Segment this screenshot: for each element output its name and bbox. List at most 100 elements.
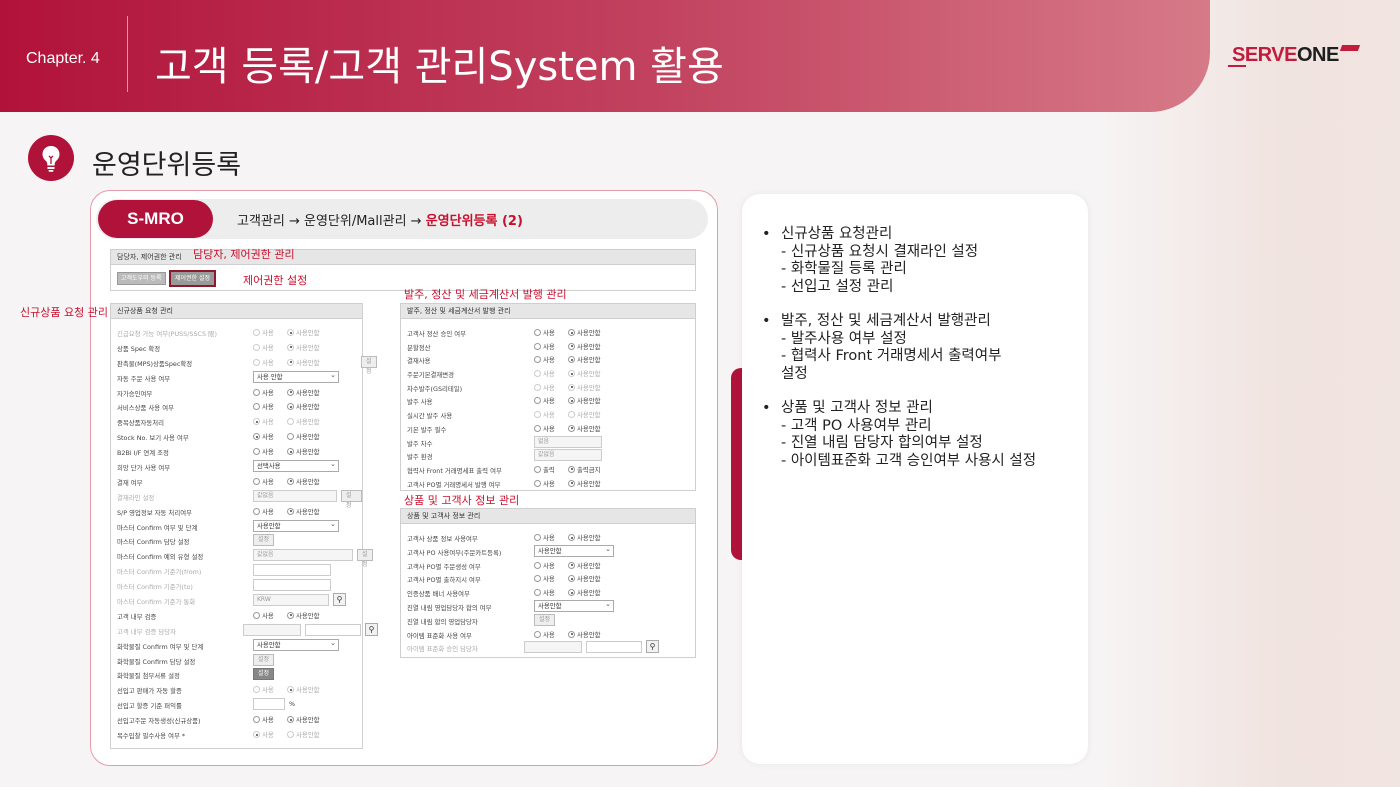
radio-option[interactable]: 사용안함 — [568, 410, 601, 419]
radio-option[interactable]: 사용 — [253, 611, 274, 620]
radio-option[interactable]: 사용안함 — [568, 328, 601, 337]
radio-option[interactable]: 사용 — [253, 328, 274, 337]
setting-label: 희망 단가 사용 여부 — [117, 464, 171, 473]
radio-option[interactable]: 사용안함 — [287, 328, 320, 337]
radio-option[interactable]: 사용 — [534, 533, 555, 542]
radio-option[interactable]: 사용안함 — [568, 533, 601, 542]
radio-option[interactable]: 사용안함 — [568, 588, 601, 597]
radio-option[interactable]: 사용 — [253, 685, 274, 694]
radio-option[interactable]: 사용 — [534, 383, 555, 392]
radio-option[interactable]: 사용 — [534, 479, 555, 488]
radio-option[interactable]: 사용 — [253, 715, 274, 724]
radio-option[interactable]: 사용 — [534, 561, 555, 570]
tab-control-setting[interactable]: 제어권한 설정 — [168, 270, 217, 287]
setting-button[interactable]: 설정 — [534, 613, 556, 626]
radio-option[interactable]: 사용안함 — [568, 369, 601, 378]
radio-option[interactable]: 사용 — [534, 630, 555, 639]
setting-label: 발주 사용 — [407, 398, 433, 407]
radio-option[interactable]: 사용안함 — [568, 630, 601, 639]
radio-option[interactable]: 사용 — [253, 402, 274, 411]
radio-option[interactable]: 사용안함 — [287, 685, 320, 694]
setting-row: 인증상품 배너 사용여부 사용 사용안함 — [401, 585, 695, 599]
radio-option[interactable]: 사용안함 — [287, 432, 320, 441]
radio-option[interactable]: 사용안함 — [568, 342, 601, 351]
product-info-panel: 상품 및 고객사 정보 관리 고객사 상품 정보 사용여부 사용 사용안함 고객사 P… — [400, 508, 696, 658]
radio-option[interactable]: 사용안함 — [568, 479, 601, 488]
radio-option[interactable]: 출력금지 — [568, 465, 601, 474]
radio-option[interactable]: 사용 — [534, 574, 555, 583]
radio-option[interactable]: 사용안함 — [287, 388, 320, 397]
setting-button[interactable]: 설정 — [361, 355, 377, 375]
setting-input[interactable]: 값없음 — [253, 489, 337, 502]
setting-select[interactable]: 사용안함 — [253, 519, 339, 532]
radio-option[interactable]: 사용안함 — [568, 424, 601, 433]
setting-input[interactable]: 없음 — [534, 435, 602, 448]
setting-select[interactable]: 사용안함 — [534, 599, 614, 612]
setting-button[interactable]: 설정 — [253, 534, 275, 547]
setting-input[interactable] — [253, 698, 285, 711]
radio-option[interactable]: 사용안함 — [287, 715, 320, 724]
radio-option[interactable]: 사용안함 — [287, 447, 320, 456]
setting-row: 중복상품자동처리 사용 사용안함 — [111, 414, 362, 429]
radio-icon — [534, 424, 541, 432]
radio-option[interactable]: 사용 — [534, 342, 555, 351]
radio-option[interactable]: 사용안함 — [568, 355, 601, 364]
radio-option[interactable]: 사용 — [253, 447, 274, 456]
radio-option[interactable]: 사용안함 — [568, 396, 601, 405]
setting-select[interactable]: 사용안함 — [253, 638, 339, 651]
radio-icon — [534, 589, 541, 597]
radio-option[interactable]: 사용 — [253, 432, 274, 441]
radio-option[interactable]: 사용안함 — [287, 730, 320, 739]
radio-option[interactable]: 사용 — [253, 477, 274, 486]
radio-option[interactable]: 사용안함 — [287, 611, 320, 620]
radio-option[interactable]: 사용안함 — [568, 383, 601, 392]
radio-icon — [568, 356, 575, 364]
currency-input[interactable]: KRW — [253, 594, 329, 607]
setting-input[interactable]: 값없음 — [534, 449, 602, 462]
radio-option[interactable]: 사용 — [534, 410, 555, 419]
setting-select[interactable]: 선택사용 — [253, 459, 339, 473]
search-icon[interactable]: ⚲ — [365, 622, 378, 636]
radio-option[interactable]: 사용안함 — [287, 402, 320, 411]
setting-input[interactable] — [524, 641, 582, 654]
setting-label: 실시간 발주 사용 — [407, 412, 453, 421]
search-icon[interactable]: ⚲ — [646, 640, 659, 654]
radio-option[interactable]: 사용안함 — [287, 507, 320, 516]
radio-option[interactable]: 출력 — [534, 465, 555, 474]
setting-input[interactable] — [253, 579, 331, 592]
setting-button[interactable]: 설정 — [253, 653, 275, 666]
radio-option[interactable]: 사용안함 — [287, 417, 320, 426]
radio-option[interactable]: 사용 — [253, 730, 274, 739]
setting-input[interactable]: 값없음 — [253, 549, 353, 562]
radio-option[interactable]: 사용 — [253, 507, 274, 516]
radio-option[interactable]: 사용안함 — [287, 477, 320, 486]
setting-input[interactable] — [305, 623, 361, 636]
radio-option[interactable]: 사용 — [534, 369, 555, 378]
radio-icon — [253, 611, 260, 619]
radio-icon — [287, 403, 294, 411]
setting-button[interactable]: 설정 — [341, 489, 362, 509]
radio-option[interactable]: 사용안함 — [287, 343, 320, 352]
setting-button[interactable]: 설정 — [357, 549, 373, 568]
radio-option[interactable]: 사용 — [534, 328, 555, 337]
setting-select[interactable]: 사용 안함 — [253, 370, 339, 383]
setting-input[interactable] — [253, 564, 331, 577]
radio-option[interactable]: 사용안함 — [568, 574, 601, 583]
radio-option[interactable]: 사용 — [534, 355, 555, 364]
radio-option[interactable]: 사용안함 — [287, 358, 320, 367]
setting-select[interactable]: 사용안함 — [534, 544, 614, 557]
search-icon[interactable]: ⚲ — [333, 593, 346, 607]
radio-option[interactable]: 사용 — [534, 424, 555, 433]
radio-option[interactable]: 사용안함 — [568, 561, 601, 570]
setting-input[interactable] — [243, 623, 301, 636]
radio-option[interactable]: 사용 — [534, 396, 555, 405]
radio-option[interactable]: 사용 — [253, 388, 274, 397]
setting-input[interactable] — [586, 641, 642, 654]
radio-option[interactable]: 사용 — [253, 343, 274, 352]
radio-option[interactable]: 사용 — [253, 358, 274, 367]
radio-option[interactable]: 사용 — [534, 588, 555, 597]
tab-customer-helper[interactable]: 고객도우미 등록 — [117, 272, 166, 285]
radio-icon — [534, 356, 541, 364]
setting-button[interactable]: 설정 — [253, 668, 275, 681]
radio-option[interactable]: 사용 — [253, 417, 274, 426]
